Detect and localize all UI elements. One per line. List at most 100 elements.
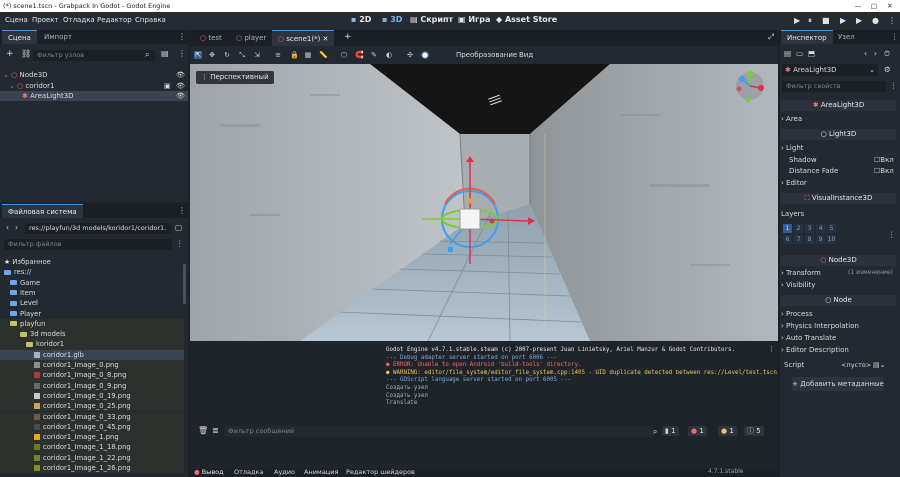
new-resource-icon[interactable]: ▤	[784, 49, 791, 58]
workspace-script-button[interactable]: ▤ Скрипт	[410, 15, 453, 24]
tab-scene1[interactable]: ○ scene1(*) ✕	[272, 30, 335, 46]
group-editor-description[interactable]: › Editor Description	[781, 345, 896, 355]
scene-menu-icon[interactable]: ⋮	[178, 49, 186, 58]
minimize-icon[interactable]: —	[852, 0, 864, 12]
object-menu-icon[interactable]: ⚙	[884, 65, 891, 74]
tab-inspector[interactable]: Инспектор	[781, 30, 833, 44]
folder-item[interactable]: Game	[0, 278, 184, 288]
group-visibility[interactable]: › Visibility	[781, 280, 896, 290]
menu-project[interactable]: Проект	[32, 16, 59, 24]
move-tool-icon[interactable]: ✥	[208, 51, 216, 59]
layer-toggle[interactable]: 2	[794, 224, 803, 233]
message-filter-input[interactable]: Фильтр сообщений	[224, 426, 654, 437]
log-count-badge[interactable]: ▮ 1	[662, 426, 679, 436]
tab-debugger[interactable]: Отладка	[234, 468, 263, 476]
file-item[interactable]: coridor1_Image_1.png	[0, 432, 184, 443]
group-physics-interpolation[interactable]: › Physics Interpolation	[781, 321, 896, 331]
workspace-3d-button[interactable]: ▪ 3D	[382, 15, 402, 24]
environment-icon[interactable]: ●	[421, 51, 429, 59]
group-transform[interactable]: › Transform (1 изменение)	[781, 268, 896, 278]
menu-debug[interactable]: Отладка	[63, 16, 95, 24]
file-item[interactable]: coridor1_Image_0_45.png	[0, 421, 184, 433]
list-select-icon[interactable]: ≡	[274, 51, 282, 59]
link-icon[interactable]: ⛓	[21, 49, 31, 58]
file-item[interactable]: coridor1_Image_0_33.png	[0, 411, 184, 422]
folder-item[interactable]: res://	[0, 267, 184, 277]
add-metadata-button[interactable]: + Добавить метаданные	[792, 377, 884, 391]
layer-toggle[interactable]: 7	[794, 235, 803, 244]
node-filter-input[interactable]: Фильтр узлов	[33, 50, 155, 61]
scene-instance-icon[interactable]: ▣	[164, 81, 171, 91]
tree-row-arealight3d[interactable]: ✱ AreaLight3D 👁	[0, 91, 188, 101]
pause-icon[interactable]: ⏸	[808, 16, 812, 26]
group-icon[interactable]: ▦	[304, 51, 312, 59]
folder-item[interactable]: koridor1	[0, 339, 184, 350]
history-back-icon[interactable]: ‹	[864, 49, 867, 58]
workspace-game-button[interactable]: ▣ Игра	[458, 15, 490, 24]
layer-toggle[interactable]: 4	[816, 224, 825, 233]
shadow-checkbox[interactable]: ☐Вкл	[874, 155, 894, 165]
visibility-icon[interactable]: 👁	[176, 81, 185, 91]
add-node-icon[interactable]: +	[6, 49, 14, 59]
preview-sun-icon[interactable]: ✎	[370, 51, 378, 59]
close-icon[interactable]: ✕	[884, 0, 896, 12]
workspace-assetstore-button[interactable]: ◆ Asset Store	[496, 15, 557, 24]
play-icon[interactable]: ▶	[794, 16, 800, 25]
tree-row-coridor1[interactable]: ⌄ ○ coridor1 ▣ 👁	[0, 81, 188, 91]
scale-tool-icon[interactable]: ⤡	[238, 51, 246, 59]
copy-output-icon[interactable]: ≣	[212, 426, 219, 435]
group-editor[interactable]: › Editor	[781, 178, 896, 188]
transform-menu[interactable]: Преобразование	[456, 51, 517, 59]
tab-player[interactable]: ○ player	[230, 30, 272, 46]
tab-shader-editor[interactable]: Редактор шейдеров	[346, 468, 415, 476]
layer-toggle[interactable]: 6	[783, 235, 792, 244]
movie-icon[interactable]: ●	[872, 16, 879, 25]
play-scene-icon[interactable]: ▶	[840, 16, 846, 25]
layer-toggle[interactable]: 8	[805, 235, 814, 244]
tab-output[interactable]: ● Вывод	[194, 468, 224, 476]
file-filter-input[interactable]: Фильтр файлов	[4, 239, 172, 250]
forward-icon[interactable]: ›	[15, 223, 18, 232]
menu-editor[interactable]: Редактор	[97, 16, 132, 24]
history-icon[interactable]: ⏱	[884, 49, 890, 59]
group-process[interactable]: › Process	[781, 309, 896, 319]
scrollbar[interactable]	[183, 264, 186, 304]
layer-toggle[interactable]: 5	[827, 224, 836, 233]
folder-item[interactable]: Item	[0, 288, 184, 298]
error-count-badge[interactable]: ● 1	[688, 426, 707, 436]
dock-menu-icon[interactable]: ⋮	[891, 32, 899, 41]
file-item[interactable]: coridor1_Image_1_18.png	[0, 442, 184, 453]
play-custom-icon[interactable]: ▶	[856, 16, 862, 25]
file-item[interactable]: coridor1_Image_0_9.png	[0, 380, 184, 391]
file-item[interactable]: coridor1_Image_1_26.png	[0, 463, 184, 474]
perspective-menu[interactable]: ⋮ Перспективный	[196, 71, 274, 84]
group-auto-translate[interactable]: › Auto Translate	[781, 333, 896, 343]
tab-animation[interactable]: Анимация	[304, 468, 338, 476]
folder-item[interactable]: Player	[0, 309, 184, 319]
workspace-2d-button[interactable]: ▪ 2D	[351, 15, 371, 24]
file-item[interactable]: coridor1_Image_0_25.png	[0, 401, 184, 412]
distance-fade-checkbox[interactable]: ☐Вкл	[874, 166, 894, 176]
new-tab-icon[interactable]: +	[344, 32, 352, 42]
settings-icon[interactable]: ⋮	[888, 16, 896, 25]
tab-scene[interactable]: Сцена	[2, 30, 37, 44]
folder-item[interactable]: Level	[0, 298, 184, 308]
back-icon[interactable]: ‹	[6, 223, 9, 232]
visibility-icon[interactable]: 👁	[176, 70, 185, 80]
snap-icon[interactable]: 🧲	[355, 51, 364, 59]
file-item[interactable]: coridor1_Image_0_8.png	[0, 370, 184, 381]
warning-count-badge[interactable]: ● 1	[718, 426, 737, 436]
tab-audio[interactable]: Аудио	[274, 468, 295, 476]
folder-item[interactable]: 3d models	[0, 329, 184, 340]
script-value[interactable]: <пусто>	[841, 360, 871, 370]
group-light[interactable]: › Light	[781, 143, 896, 153]
distraction-free-icon[interactable]: ⤢	[768, 32, 774, 42]
file-item[interactable]: coridor1_Image_1_22.png	[0, 452, 184, 463]
gizmo-icon[interactable]: ✣	[406, 51, 414, 59]
message-count-badge[interactable]: ⓘ 5	[744, 426, 764, 436]
layer-toggle[interactable]: 10	[827, 235, 836, 244]
preview-env-icon[interactable]: ◐	[385, 51, 393, 59]
menu-scene[interactable]: Сцена	[5, 16, 28, 24]
save-resource-icon[interactable]: ⬒	[808, 49, 815, 58]
clear-output-icon[interactable]: 🗑	[198, 426, 208, 435]
